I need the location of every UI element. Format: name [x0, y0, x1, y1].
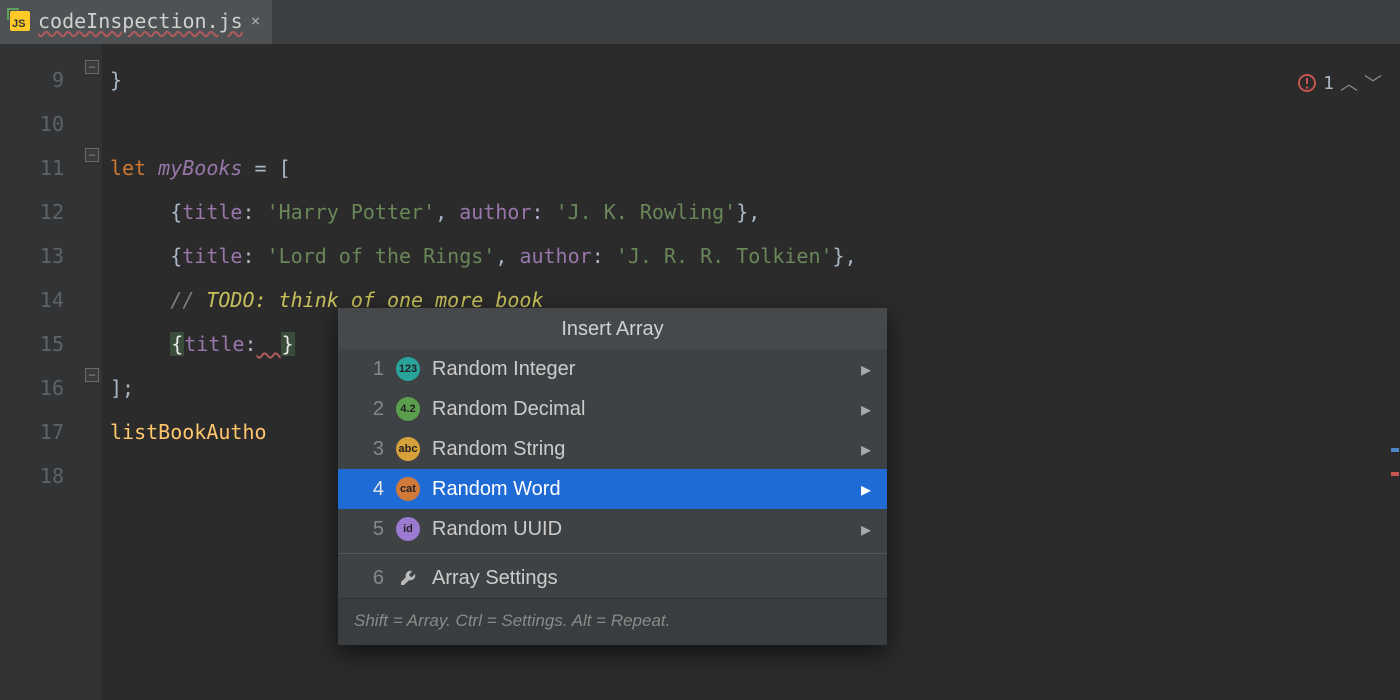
line-number-gutter: 9101112131415161718	[0, 44, 84, 700]
line-number: 11	[0, 146, 84, 190]
tab-filename: codeInspection.js	[38, 9, 243, 33]
popup-item[interactable]: 1 123 Random Integer ▸	[338, 349, 887, 389]
code-keyword: let	[110, 156, 146, 180]
popup-item-label: Random UUID	[432, 518, 849, 541]
code-text: = [	[242, 156, 290, 180]
type-icon: id	[396, 517, 420, 541]
close-icon[interactable]: ×	[251, 11, 261, 30]
popup-item-label: Random Integer	[432, 358, 849, 381]
type-icon: abc	[396, 437, 420, 461]
line-number: 16	[0, 366, 84, 410]
line-number: 14	[0, 278, 84, 322]
wrench-icon	[396, 568, 420, 588]
submenu-arrow-icon: ▸	[861, 397, 871, 422]
code-string: 'J. R. R. Tolkien'	[616, 244, 833, 268]
line-number: 17	[0, 410, 84, 454]
popup-item-label: Random Decimal	[432, 398, 849, 421]
code-string: 'Lord of the Rings'	[267, 244, 496, 268]
popup-item[interactable]: 3 abc Random String ▸	[338, 429, 887, 469]
popup-item-number: 5	[338, 518, 384, 541]
fold-toggle-icon[interactable]: −	[85, 148, 99, 162]
fold-end-icon[interactable]: −	[85, 368, 99, 382]
code-text: ];	[110, 376, 134, 400]
type-icon: 4.2	[396, 397, 420, 421]
popup-item[interactable]: 4 cat Random Word ▸	[338, 469, 887, 509]
code-comment: //	[170, 288, 206, 312]
editor-tab[interactable]: JS codeInspection.js ×	[0, 0, 272, 44]
line-number: 18	[0, 454, 84, 498]
submenu-arrow-icon: ▸	[861, 517, 871, 542]
submenu-arrow-icon: ▸	[861, 357, 871, 382]
error-icon	[1297, 73, 1317, 93]
fold-gutter: − − −	[84, 44, 102, 700]
code-string: 'J. K. Rowling'	[556, 200, 737, 224]
line-number: 15	[0, 322, 84, 366]
marker-error[interactable]	[1391, 472, 1399, 476]
inspection-count: 1	[1323, 73, 1334, 94]
fold-toggle-icon[interactable]: −	[85, 60, 99, 74]
line-number: 10	[0, 102, 84, 146]
error-stripe	[1390, 44, 1400, 700]
popup-item-settings[interactable]: 6 Array Settings	[338, 558, 887, 598]
submenu-arrow-icon: ▸	[861, 437, 871, 462]
popup-item-number: 3	[338, 438, 384, 461]
line-number: 13	[0, 234, 84, 278]
popup-item[interactable]: 5 id Random UUID ▸	[338, 509, 887, 549]
js-file-icon: JS	[10, 11, 30, 31]
code-key: title	[184, 332, 244, 356]
code-key: author	[459, 200, 531, 224]
popup-item-number: 1	[338, 358, 384, 381]
popup-hint: Shift = Array. Ctrl = Settings. Alt = Re…	[338, 598, 887, 645]
popup-item-label: Random Word	[432, 478, 849, 501]
code-string: 'Harry Potter'	[267, 200, 436, 224]
next-error-icon[interactable]: ﹀	[1364, 70, 1382, 96]
popup-item-number: 6	[338, 567, 384, 590]
code-function-call: listBookAutho	[110, 420, 267, 444]
popup-item[interactable]: 2 4.2 Random Decimal ▸	[338, 389, 887, 429]
code-identifier: myBooks	[158, 156, 242, 180]
code-key: title	[182, 200, 242, 224]
type-icon: cat	[396, 477, 420, 501]
prev-error-icon[interactable]: ︿	[1340, 70, 1358, 96]
line-number: 12	[0, 190, 84, 234]
popup-item-number: 4	[338, 478, 384, 501]
code-text: }	[110, 68, 122, 92]
code-key: author	[519, 244, 591, 268]
code-key: title	[182, 244, 242, 268]
popup-title: Insert Array	[338, 308, 887, 349]
inspection-widget[interactable]: 1 ︿ ﹀	[1297, 70, 1382, 96]
insert-array-popup: Insert Array 1 123 Random Integer ▸ 2 4.2 Rand…	[338, 308, 887, 645]
popup-item-label: Array Settings	[432, 567, 871, 590]
popup-item-number: 2	[338, 398, 384, 421]
type-icon: 123	[396, 357, 420, 381]
submenu-arrow-icon: ▸	[861, 477, 871, 502]
tab-bar: JS codeInspection.js ×	[0, 0, 1400, 44]
popup-item-label: Random String	[432, 438, 849, 461]
line-number: 9	[0, 58, 84, 102]
marker-info[interactable]	[1391, 448, 1399, 452]
